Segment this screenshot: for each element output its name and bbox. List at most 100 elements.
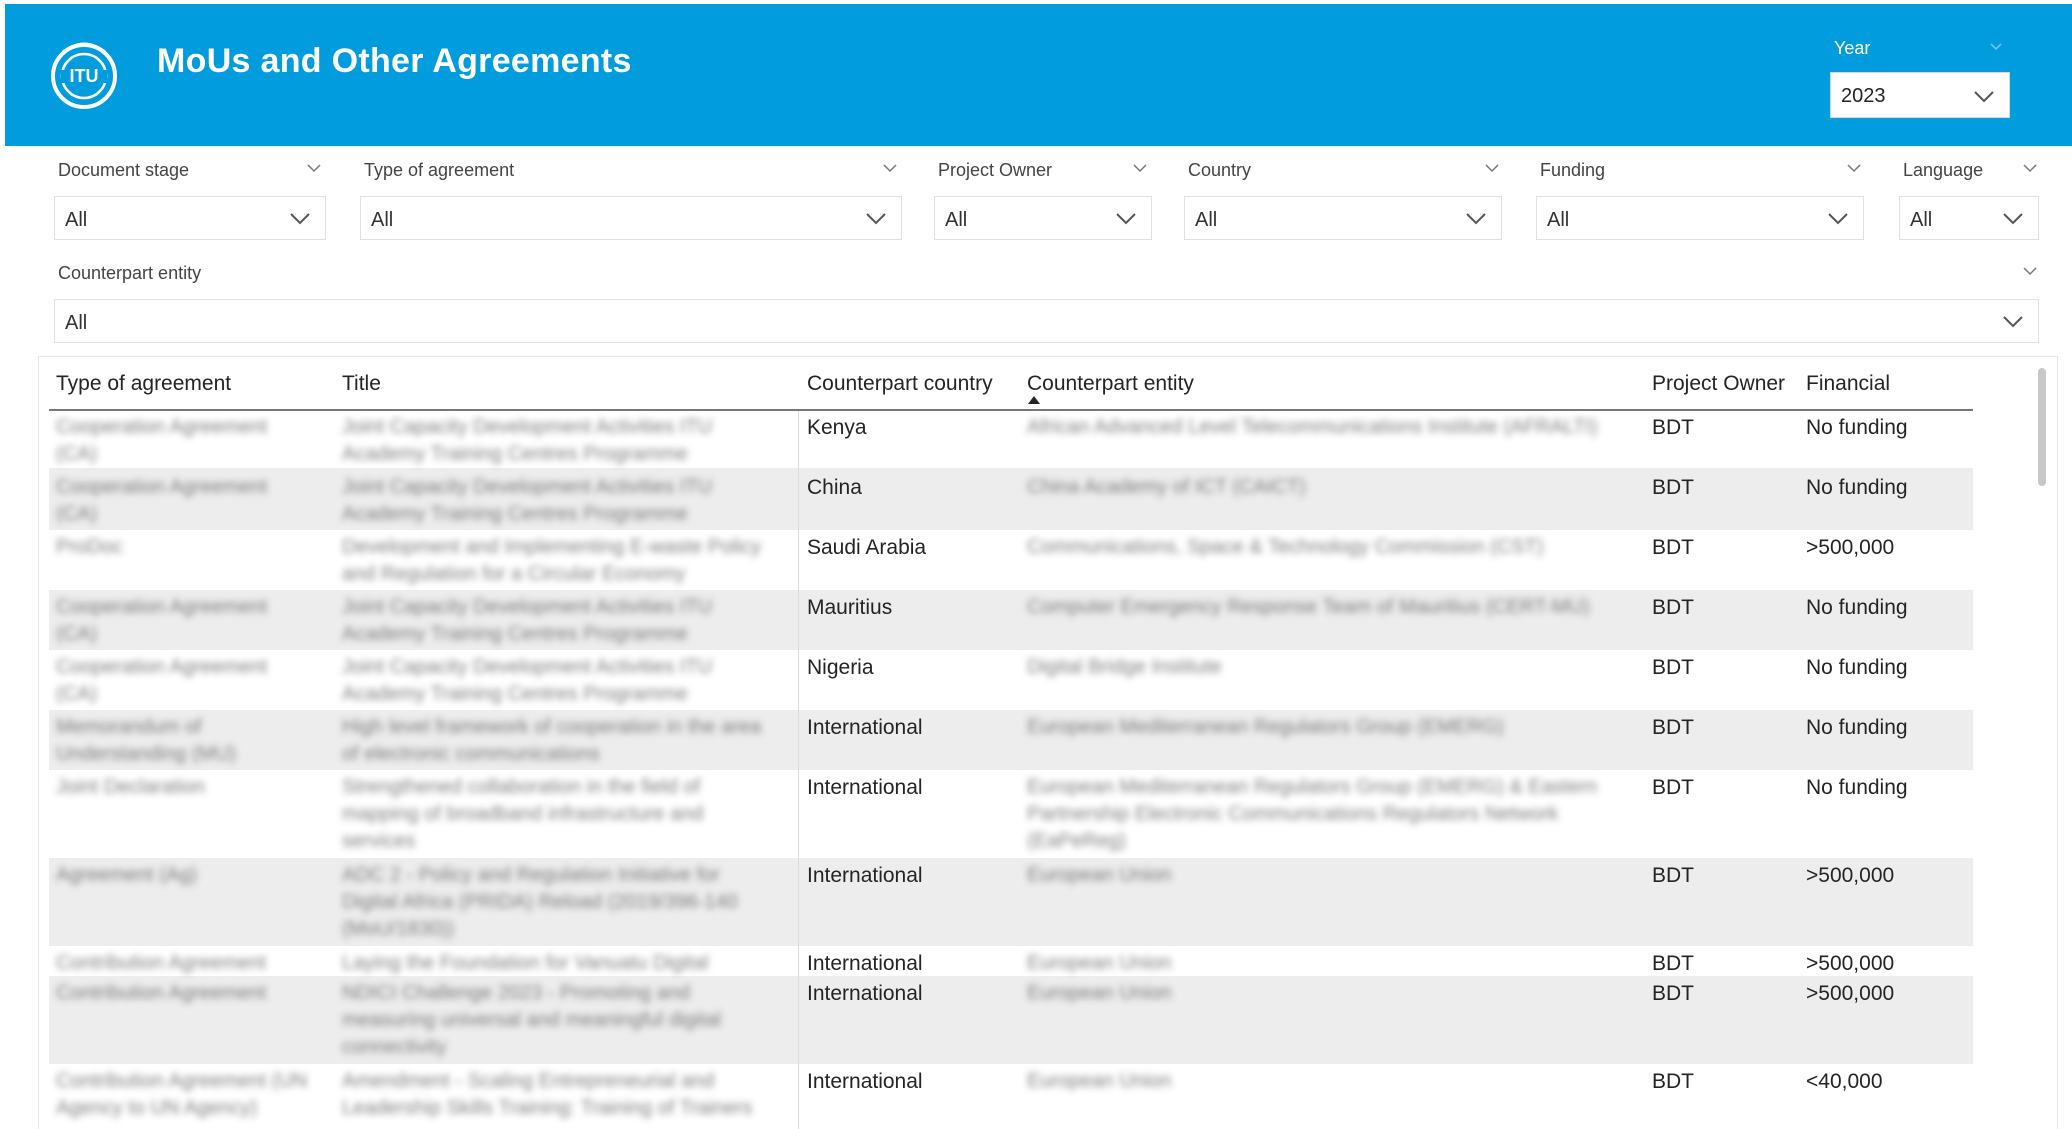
cell-country: International	[807, 864, 923, 887]
cell-entity: European Union	[1027, 864, 1172, 886]
cell-entity: European Mediterranean Regulators Group …	[1027, 776, 1598, 852]
dropdown-value: All	[65, 312, 88, 334]
cell-owner: BDT	[1652, 864, 1694, 887]
page-title: MoUs and Other Agreements	[157, 42, 632, 80]
slicer-label-project-owner: Project Owner	[938, 160, 1053, 180]
cell-title: Strengthened collaboration in the field …	[342, 776, 704, 852]
chevron-down-icon	[1974, 91, 1994, 103]
cell-title: NDICI Challenge 2023 - Promoting and mea…	[342, 982, 722, 1058]
year-dropdown[interactable]: 2023	[1830, 72, 2010, 118]
year-dropdown-value: 2023	[1841, 85, 1886, 107]
counterpart-entity-dropdown[interactable]: All	[54, 299, 2039, 343]
cell-entity: European Union	[1027, 982, 1172, 1004]
cell-type: Cooperation Agreement (CA)	[56, 656, 268, 705]
chevron-down-icon[interactable]	[1132, 162, 1148, 174]
cell-country: International	[807, 716, 923, 739]
cell-type: Contribution Agreement (UN Agency to UN …	[56, 1070, 308, 1119]
cell-type: Joint Declaration	[56, 776, 205, 798]
cell-title: Amendment - Scaling Entrepreneurial and …	[342, 1070, 753, 1119]
cell-entity: African Advanced Level Telecommunication…	[1027, 416, 1598, 438]
chevron-down-icon	[1466, 213, 1486, 225]
cell-title: Joint Capacity Development Activities IT…	[342, 596, 713, 645]
dropdown-value: All	[65, 209, 88, 231]
chevron-down-icon	[866, 213, 886, 225]
cell-country: Kenya	[807, 416, 867, 439]
cell-entity: China Academy of ICT (CAICT)	[1027, 476, 1306, 498]
column-header-counterpart-country[interactable]: Counterpart country	[807, 372, 993, 396]
cell-entity: European Union	[1027, 952, 1172, 974]
cell-type: Contribution Agreement	[56, 952, 267, 974]
cell-owner: BDT	[1652, 1070, 1694, 1093]
cell-owner: BDT	[1652, 596, 1694, 619]
slicer-label-language: Language	[1903, 160, 1984, 180]
column-divider	[798, 411, 799, 1129]
cell-country: International	[807, 1070, 923, 1093]
scrollbar-thumb[interactable]	[2038, 368, 2046, 486]
chevron-down-icon[interactable]	[1484, 162, 1500, 174]
dropdown-value: All	[1547, 209, 1570, 231]
funding-dropdown[interactable]: All	[1536, 196, 1864, 240]
cell-country: China	[807, 476, 862, 499]
column-header-financial[interactable]: Financial	[1806, 372, 1890, 396]
document-stage-dropdown[interactable]: All	[54, 196, 326, 240]
cell-financial: >500,000	[1806, 982, 1895, 1005]
cell-country: International	[807, 776, 923, 799]
cell-title: Development and Implementing E-waste Pol…	[342, 536, 762, 585]
chevron-down-icon[interactable]	[1988, 38, 2004, 54]
cell-financial: >500,000	[1806, 536, 1895, 559]
chevron-down-icon[interactable]	[882, 162, 898, 174]
cell-country: International	[807, 952, 923, 975]
chevron-down-icon	[2003, 316, 2023, 328]
cell-entity: European Union	[1027, 1070, 1172, 1092]
header-divider	[49, 409, 1973, 411]
project-owner-dropdown[interactable]: All	[934, 196, 1152, 240]
column-header-project-owner[interactable]: Project Owner	[1652, 372, 1785, 396]
column-header-type-of-agreement[interactable]: Type of agreement	[56, 372, 231, 396]
cell-type: Memorandum of Understanding (MU)	[56, 716, 237, 765]
chevron-down-icon	[1116, 213, 1136, 225]
chevron-down-icon[interactable]	[1846, 162, 1862, 174]
chevron-down-icon[interactable]	[2022, 265, 2038, 277]
cell-owner: BDT	[1652, 716, 1694, 739]
cell-country: Mauritius	[807, 596, 893, 619]
dropdown-value: All	[371, 209, 394, 231]
dropdown-value: All	[1910, 209, 1933, 231]
cell-owner: BDT	[1652, 982, 1694, 1005]
cell-type: Cooperation Agreement (CA)	[56, 476, 268, 525]
cell-entity: European Mediterranean Regulators Group …	[1027, 716, 1504, 738]
cell-country: Saudi Arabia	[807, 536, 927, 559]
language-dropdown[interactable]: All	[1899, 196, 2039, 240]
type-of-agreement-dropdown[interactable]: All	[360, 196, 902, 240]
cell-owner: BDT	[1652, 952, 1694, 975]
cell-entity: Communications, Space & Technology Commi…	[1027, 536, 1544, 558]
slicer-label-funding: Funding	[1540, 160, 1606, 180]
year-slicer-label: Year	[1834, 38, 1871, 58]
slicer-label-country: Country	[1188, 160, 1252, 180]
cell-title: Joint Capacity Development Activities IT…	[342, 416, 713, 465]
chevron-down-icon[interactable]	[306, 162, 322, 174]
slicer-label-type-of-agreement: Type of agreement	[364, 160, 515, 180]
chevron-down-icon[interactable]	[2022, 162, 2038, 174]
report-header: ITU MoUs and Other Agreements	[5, 4, 2072, 146]
column-header-counterpart-entity[interactable]: Counterpart entity	[1027, 372, 1194, 396]
chevron-down-icon	[290, 213, 310, 225]
cell-entity: Digital Bridge Institute	[1027, 656, 1222, 678]
cell-type: Agreement (Ag)	[56, 864, 198, 886]
slicer-label-counterpart-entity: Counterpart entity	[58, 263, 202, 283]
cell-title: Laying the Foundation for Vanuatu Digita…	[342, 952, 709, 974]
cell-financial: <40,000	[1806, 1070, 1883, 1093]
cell-title: High level framework of cooperation in t…	[342, 716, 762, 765]
cell-type: Cooperation Agreement (CA)	[56, 596, 268, 645]
dropdown-value: All	[945, 209, 968, 231]
column-header-title[interactable]: Title	[342, 372, 381, 396]
svg-text:ITU: ITU	[70, 66, 99, 86]
cell-title: Joint Capacity Development Activities IT…	[342, 476, 713, 525]
cell-type: ProDoc	[56, 536, 123, 558]
country-dropdown[interactable]: All	[1184, 196, 1502, 240]
cell-financial: No funding	[1806, 716, 1908, 739]
cell-title: ADC 2 - Policy and Regulation Initiative…	[342, 864, 738, 940]
cell-owner: BDT	[1652, 656, 1694, 679]
chevron-down-icon	[2003, 213, 2023, 225]
cell-owner: BDT	[1652, 416, 1694, 439]
cell-title: Joint Capacity Development Activities IT…	[342, 656, 713, 705]
